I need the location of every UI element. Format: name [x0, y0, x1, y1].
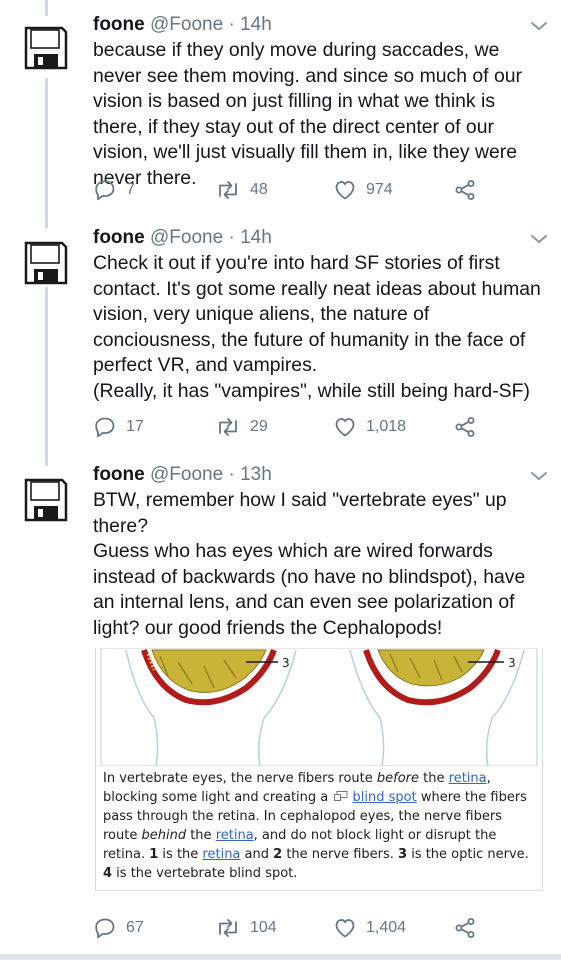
- like-button[interactable]: 974: [333, 176, 393, 204]
- timestamp[interactable]: 14h: [240, 227, 272, 248]
- tweet[interactable]: foone @Foone · 14h because if they only …: [0, 12, 561, 222]
- tweet-text-paragraph: because if they only move during saccade…: [93, 39, 522, 189]
- like-button[interactable]: 1,018: [333, 413, 406, 441]
- reply-count: 67: [126, 919, 144, 936]
- chevron-down-icon[interactable]: [528, 18, 550, 34]
- like-button[interactable]: 1,404: [333, 914, 406, 942]
- caption-number: 3: [398, 847, 408, 863]
- share-icon: [455, 417, 475, 437]
- reply-icon: [95, 417, 115, 438]
- chevron-down-icon[interactable]: [528, 468, 550, 484]
- tweet-text: because if they only move during saccade…: [93, 38, 548, 192]
- retweet-icon: [219, 181, 237, 199]
- heart-icon: [335, 919, 355, 938]
- retweet-icon: [219, 919, 237, 937]
- tweet-text-paragraph: Check it out if you're into hard SF stor…: [93, 252, 541, 377]
- reply-button[interactable]: 7: [93, 176, 135, 204]
- timestamp[interactable]: 13h: [240, 464, 272, 485]
- share-icon: [455, 918, 475, 938]
- caption-text: and: [240, 847, 274, 863]
- caption-text: the: [186, 828, 216, 844]
- tweet-header: foone @Foone · 14h: [93, 225, 272, 251]
- reply-count: 7: [126, 181, 135, 198]
- user-handle[interactable]: @Foone: [150, 14, 223, 35]
- timestamp[interactable]: 14h: [240, 14, 272, 35]
- tweet-actions: 7 48 974: [93, 176, 513, 204]
- caption-number: 1: [149, 847, 159, 863]
- embedded-image-card[interactable]: 3 3 In vertebrate eyes, the nerve fibers…: [95, 648, 543, 891]
- reply-count: 17: [126, 418, 144, 435]
- caption-emphasis: before: [376, 771, 420, 786]
- retweet-count: 104: [250, 919, 277, 936]
- tweet-text-paragraph: (Really, it has "vampires", while still …: [93, 379, 530, 402]
- heart-icon: [335, 418, 355, 437]
- retina-link[interactable]: retina: [202, 847, 240, 862]
- reply-button[interactable]: 67: [93, 914, 144, 942]
- share-button[interactable]: [453, 914, 477, 942]
- eye-diagram: 3 3: [96, 648, 542, 766]
- retina-link[interactable]: retina: [449, 771, 487, 786]
- caption-text: is the vertebrate blind spot.: [112, 866, 298, 882]
- share-button[interactable]: [453, 176, 477, 204]
- tweet-text: BTW, remember how I said "vertebrate eye…: [93, 488, 548, 642]
- tweet-header: foone @Foone · 13h: [93, 462, 272, 488]
- separator-dot: ·: [228, 464, 235, 485]
- bottom-divider: [0, 954, 561, 960]
- separator-dot: ·: [228, 14, 235, 35]
- caption-number: 2: [273, 847, 283, 863]
- tweet-text-paragraph: Guess who has eyes which are wired forwa…: [93, 540, 526, 639]
- reply-icon: [95, 918, 115, 939]
- image-caption: In vertebrate eyes, the nerve fibers rou…: [103, 769, 535, 884]
- tweet-text: Check it out if you're into hard SF stor…: [93, 251, 548, 405]
- retweet-button[interactable]: 48: [215, 176, 268, 204]
- caption-text: In vertebrate eyes, the nerve fibers rou…: [103, 771, 377, 786]
- figure-label-3: 3: [282, 656, 290, 670]
- caption-text: the: [419, 771, 449, 786]
- share-icon: [455, 180, 475, 200]
- like-count: 1,018: [366, 418, 407, 435]
- like-count: 974: [366, 181, 393, 198]
- floppy-disk-icon[interactable]: [22, 239, 70, 287]
- heart-icon: [335, 181, 355, 200]
- user-handle[interactable]: @Foone: [150, 227, 223, 248]
- display-name[interactable]: foone: [93, 227, 145, 248]
- tweet-text-paragraph: BTW, remember how I said "vertebrate eye…: [93, 489, 507, 537]
- tweet-actions: 17 29 1,018: [93, 413, 513, 441]
- floppy-disk-icon[interactable]: [22, 24, 70, 72]
- like-count: 1,404: [366, 919, 407, 936]
- retweet-button[interactable]: 29: [215, 413, 268, 441]
- share-button[interactable]: [453, 413, 477, 441]
- caption-text: is the: [158, 847, 203, 863]
- magnify-icon[interactable]: [334, 791, 348, 802]
- reply-icon: [95, 180, 115, 201]
- user-handle[interactable]: @Foone: [150, 464, 223, 485]
- reply-button[interactable]: 17: [93, 413, 144, 441]
- display-name[interactable]: foone: [93, 14, 145, 35]
- caption-number: 4: [103, 866, 113, 882]
- caption-text: the nerve fibers.: [282, 847, 399, 863]
- separator-dot: ·: [228, 227, 235, 248]
- chevron-down-icon[interactable]: [528, 231, 550, 247]
- retina-link[interactable]: retina: [216, 828, 254, 843]
- tweet-actions: 67 104 1,404: [93, 914, 513, 942]
- tweet-header: foone @Foone · 14h: [93, 12, 272, 38]
- caption-text: is the optic nerve.: [407, 847, 529, 863]
- retweet-count: 48: [250, 181, 268, 198]
- retweet-count: 29: [250, 418, 268, 435]
- tweet[interactable]: foone @Foone · 14h Check it out if you'r…: [0, 225, 561, 455]
- figure-label-3: 3: [508, 656, 516, 670]
- retweet-icon: [219, 418, 237, 436]
- retweet-button[interactable]: 104: [215, 914, 277, 942]
- blind-spot-link[interactable]: blind spot: [353, 790, 417, 805]
- floppy-disk-icon[interactable]: [22, 476, 70, 524]
- display-name[interactable]: foone: [93, 464, 145, 485]
- caption-emphasis: behind: [141, 828, 187, 844]
